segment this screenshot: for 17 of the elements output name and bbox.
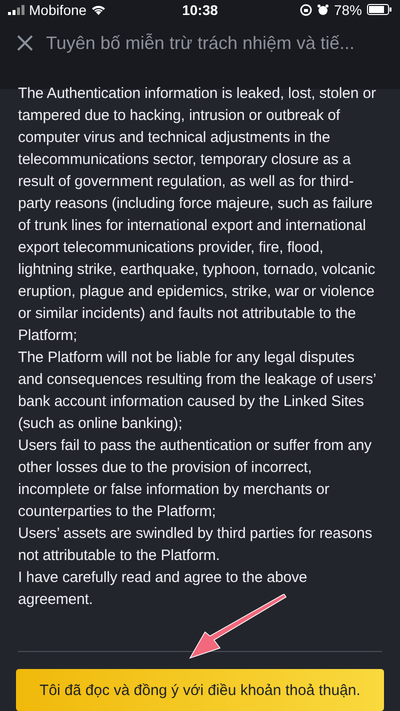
wifi-icon (90, 4, 106, 16)
agreement-paragraph: Users’ assets are swindled by third parties for reasons not attributable to the Platform. (18, 524, 374, 566)
agreement-paragraph: The Authentication information is leaked, lost, stolen or tampered due to hacking, intrusion or outbreak of computer virus and technical adjustments in the telecommunications sector, temporary closure as a result of government regulation, as well as for third-party reasons (including force majeure, such as failure of trunk lines for international export and international export telecommunications provider, fire, flood, lightning strike, earthquake, typhoon, tornado, volcanic eruption, plague and epidemics, strike, war or violence or similar incidents) and faults not attributable to the Platform; (18, 84, 377, 346)
agree-button[interactable]: Tôi đã đọc và đồng ý với điều khoản thoả thuận. (16, 669, 384, 711)
page-title: Tuyên bố miễn trừ trách nhiệm và tiế... (46, 32, 355, 56)
agreement-paragraph: I have carefully read and agree to the above agreement. (18, 568, 308, 610)
carrier-name: Mobifone (29, 2, 87, 18)
agreement-paragraph: Users fail to pass the authentication or suffer from any other losses due to the provision of incorrect, incomplete or false information by merchants or counterparties to the Platform; (18, 436, 372, 522)
clock-time: 10:38 (182, 2, 218, 18)
close-icon[interactable] (16, 34, 34, 52)
signal-icon (8, 4, 25, 15)
agreement-paragraph: The Platform will not be liable for any legal disputes and consequences resulting from the leakage of users’ bank account information caused by the Linked Sites (such as online banking); (18, 348, 377, 434)
battery-percent: 78% (334, 2, 362, 18)
rotation-lock-icon (300, 4, 312, 16)
pointer-arrow-icon (188, 594, 288, 660)
alarm-icon (316, 4, 329, 16)
battery-icon (367, 4, 392, 16)
